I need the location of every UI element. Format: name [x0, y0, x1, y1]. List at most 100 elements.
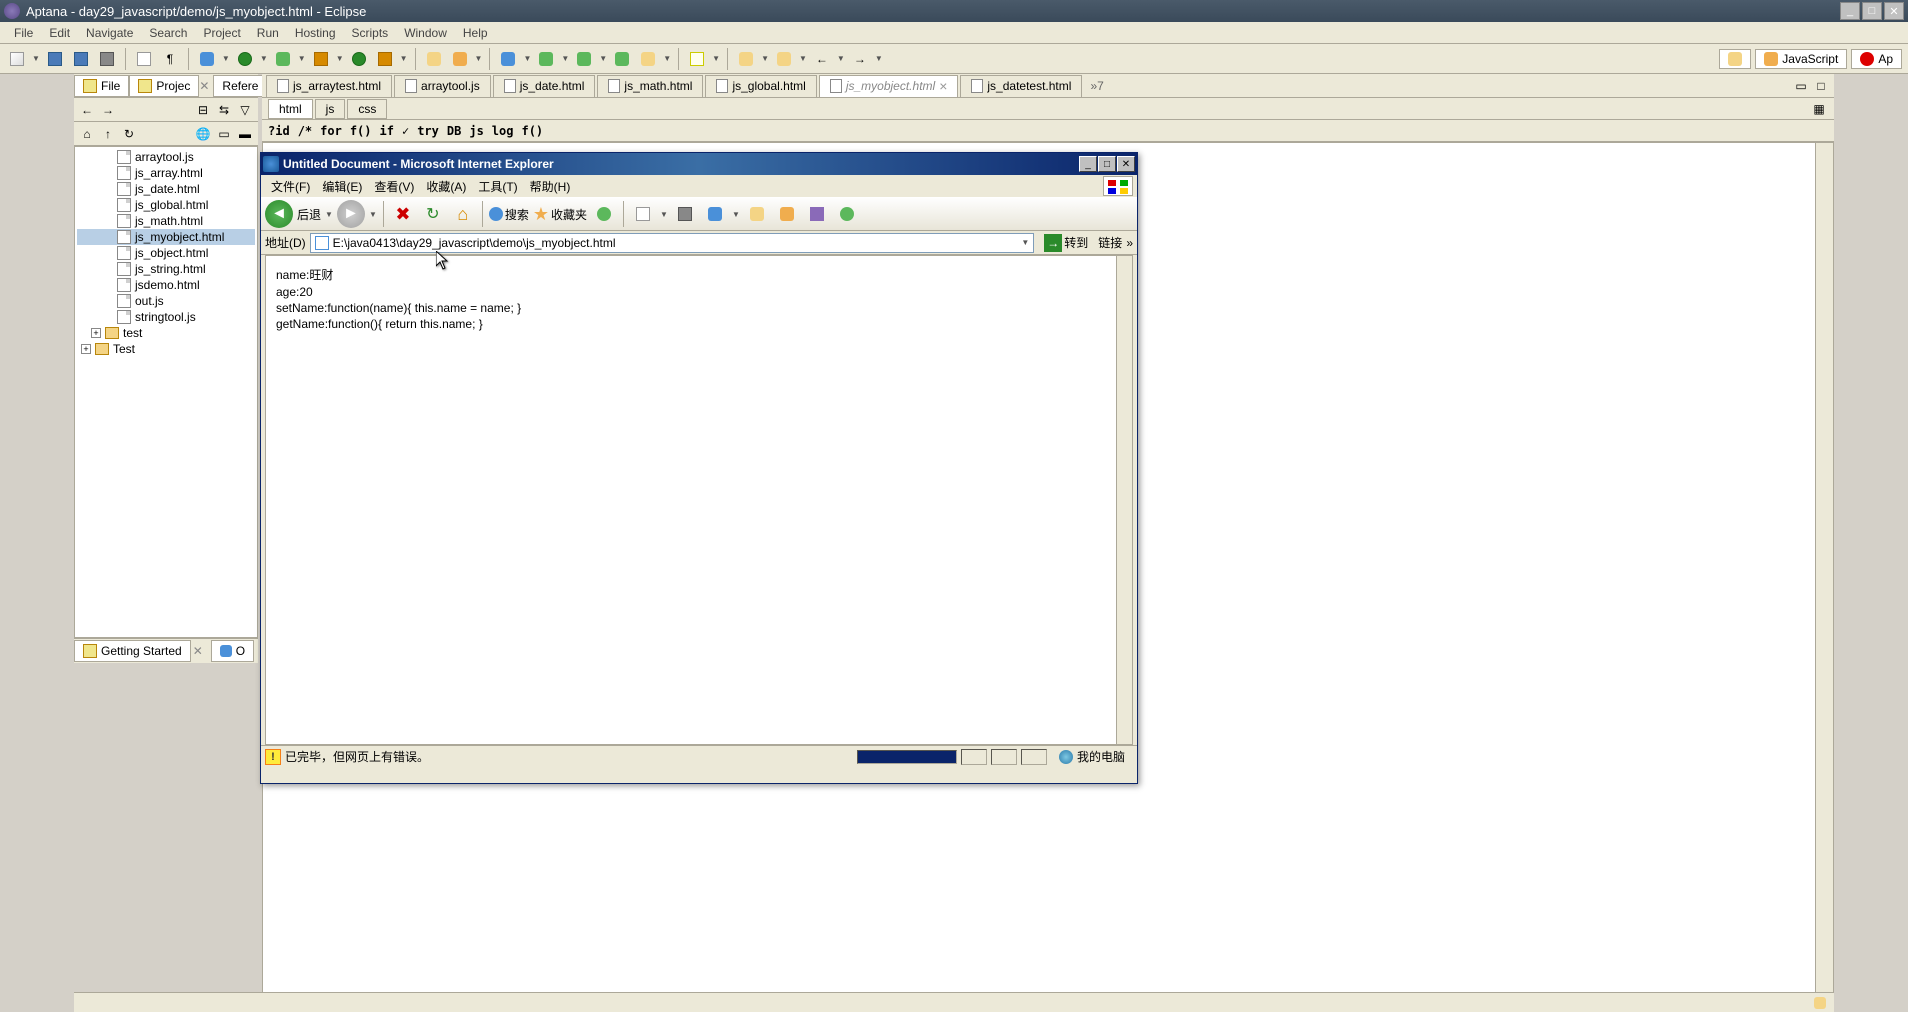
- save-button[interactable]: [44, 48, 66, 70]
- tree-file[interactable]: js_object.html: [77, 245, 255, 261]
- next-button[interactable]: [735, 48, 757, 70]
- subtab-css[interactable]: css: [347, 99, 387, 119]
- tree-file[interactable]: arraytool.js: [77, 149, 255, 165]
- ie-refresh-button[interactable]: ↻: [420, 201, 446, 227]
- ie-menu-edit[interactable]: 编辑(E): [316, 176, 368, 197]
- references-tab[interactable]: Refere: [213, 75, 267, 97]
- monitor-icon[interactable]: ▭: [215, 125, 233, 143]
- editor-tab[interactable]: js_global.html: [705, 75, 816, 97]
- ie-home-button[interactable]: ⌂: [450, 201, 476, 227]
- ie-back-dropdown[interactable]: ▼: [325, 210, 333, 219]
- ext2-button[interactable]: [374, 48, 396, 70]
- new-button[interactable]: [6, 48, 28, 70]
- snippet-db[interactable]: DB: [447, 124, 461, 138]
- snippet-try[interactable]: try: [417, 124, 439, 138]
- project-tab[interactable]: Projec: [129, 75, 199, 97]
- tab-overflow[interactable]: »7: [1084, 77, 1109, 95]
- close-button[interactable]: ✕: [1884, 2, 1904, 20]
- collapse-icon[interactable]: ⊟: [194, 101, 212, 119]
- minimize-button[interactable]: _: [1840, 2, 1860, 20]
- menu-run[interactable]: Run: [249, 24, 287, 42]
- menu-scripts[interactable]: Scripts: [344, 24, 397, 42]
- close-icon[interactable]: ✕: [191, 644, 205, 658]
- ie-menu-help[interactable]: 帮助(H): [524, 176, 577, 197]
- snippet-fn2[interactable]: f(): [521, 124, 543, 138]
- menu-file[interactable]: File: [6, 24, 41, 42]
- globe-icon[interactable]: 🌐: [194, 125, 212, 143]
- back-button[interactable]: ←: [811, 48, 833, 70]
- run-button[interactable]: [234, 48, 256, 70]
- ie-forward-button[interactable]: ►: [337, 200, 365, 228]
- subtab-js[interactable]: js: [315, 99, 346, 119]
- ie-links-label[interactable]: 链接: [1098, 234, 1122, 251]
- maximize-button[interactable]: □: [1862, 2, 1882, 20]
- new-dropdown[interactable]: ▼: [32, 54, 40, 63]
- ie-messenger-button[interactable]: [834, 201, 860, 227]
- link-button[interactable]: [573, 48, 595, 70]
- menu-navigate[interactable]: Navigate: [78, 24, 141, 42]
- ie-stop-button[interactable]: ✖: [390, 201, 416, 227]
- back-icon[interactable]: ←: [78, 101, 96, 119]
- snippet-if[interactable]: if: [380, 124, 394, 138]
- project-tree[interactable]: arraytool.js js_array.html js_date.html …: [74, 146, 258, 638]
- tree-file[interactable]: out.js: [77, 293, 255, 309]
- minimize-view-icon[interactable]: ▭: [1792, 77, 1810, 95]
- refresh-icon[interactable]: ↻: [120, 125, 138, 143]
- ie-go-button[interactable]: →转到: [1038, 232, 1094, 254]
- ie-content-area[interactable]: name:旺财 age:20 setName:function(name){ t…: [265, 255, 1133, 745]
- snippet-js[interactable]: js: [469, 124, 483, 138]
- address-dropdown-icon[interactable]: ▼: [1021, 238, 1029, 247]
- editor-tab[interactable]: js_math.html: [597, 75, 703, 97]
- tree-file[interactable]: js_date.html: [77, 181, 255, 197]
- prev-button[interactable]: [773, 48, 795, 70]
- snippet-comment[interactable]: /*: [298, 124, 312, 138]
- ie-back-label[interactable]: 后退: [297, 206, 321, 223]
- fwd-icon[interactable]: →: [99, 101, 117, 119]
- ie-folder-button[interactable]: [744, 201, 770, 227]
- print-button[interactable]: [96, 48, 118, 70]
- ie-menu-view[interactable]: 查看(V): [368, 176, 420, 197]
- tree-file[interactable]: stringtool.js: [77, 309, 255, 325]
- maximize-view-icon[interactable]: □: [1812, 77, 1830, 95]
- ie-maximize-button[interactable]: □: [1098, 156, 1116, 172]
- subtab-html[interactable]: html: [268, 99, 313, 119]
- editor-tab[interactable]: js_datetest.html: [960, 75, 1082, 97]
- ie-menu-tools[interactable]: 工具(T): [472, 176, 523, 197]
- tree-file[interactable]: js_math.html: [77, 213, 255, 229]
- editor-tab[interactable]: js_date.html: [493, 75, 596, 97]
- ie-research-button[interactable]: [804, 201, 830, 227]
- drive-icon[interactable]: ▬: [236, 125, 254, 143]
- editor-tab[interactable]: js_arraytest.html: [266, 75, 392, 97]
- ie-close-button[interactable]: ✕: [1117, 156, 1135, 172]
- snippet-for[interactable]: for: [320, 124, 342, 138]
- ie-mail-button[interactable]: [630, 201, 656, 227]
- up-icon[interactable]: ↑: [99, 125, 117, 143]
- menu-help[interactable]: Help: [455, 24, 496, 42]
- ie-address-input[interactable]: E:\java0413\day29_javascript\demo\js_myo…: [310, 233, 1035, 253]
- open-perspective-button[interactable]: [1719, 49, 1751, 69]
- expand-icon[interactable]: +: [81, 344, 91, 354]
- external-button[interactable]: [310, 48, 332, 70]
- menu-project[interactable]: Project: [195, 24, 248, 42]
- snippet-log[interactable]: log: [492, 124, 514, 138]
- tree-file[interactable]: js_array.html: [77, 165, 255, 181]
- menu-icon[interactable]: ▽: [236, 101, 254, 119]
- tree-folder-test[interactable]: +test: [77, 325, 255, 341]
- ie-minimize-button[interactable]: _: [1079, 156, 1097, 172]
- ie-titlebar[interactable]: Untitled Document - Microsoft Internet E…: [261, 153, 1137, 175]
- file-tab[interactable]: File: [74, 75, 129, 97]
- toggle-icon[interactable]: ▦: [1810, 100, 1828, 118]
- play-button[interactable]: [348, 48, 370, 70]
- snippet-check[interactable]: ✓: [402, 124, 409, 138]
- tree-file[interactable]: js_string.html: [77, 261, 255, 277]
- ie-more-icon[interactable]: »: [1126, 236, 1133, 250]
- ie-edit-button[interactable]: [702, 201, 728, 227]
- home-icon[interactable]: ⌂: [78, 125, 96, 143]
- outline-tab[interactable]: O: [211, 640, 254, 662]
- editor-tab[interactable]: arraytool.js: [394, 75, 491, 97]
- ie-history-button[interactable]: [591, 201, 617, 227]
- tree-file[interactable]: jsdemo.html: [77, 277, 255, 293]
- debug-button[interactable]: [196, 48, 218, 70]
- saveall-button[interactable]: [70, 48, 92, 70]
- perspective-aptana[interactable]: Ap: [1851, 49, 1902, 69]
